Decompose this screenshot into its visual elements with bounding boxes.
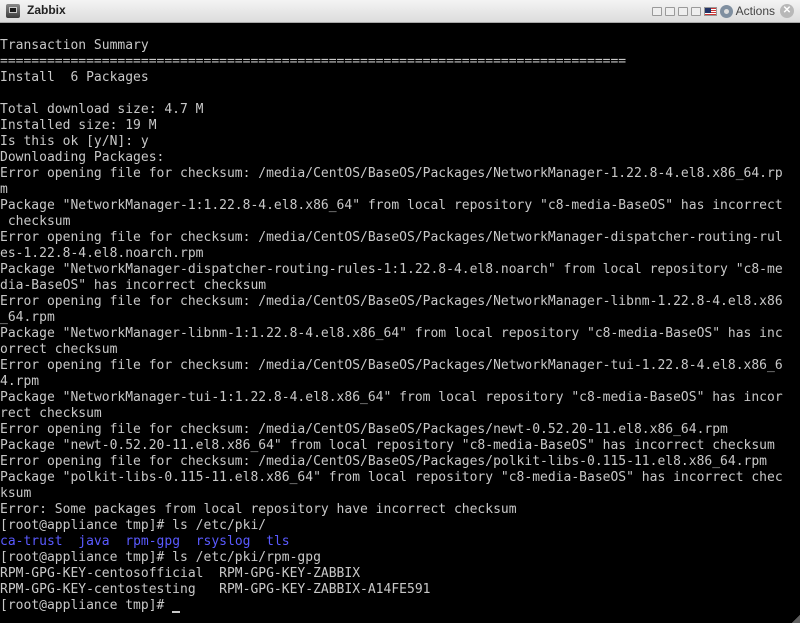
terminal-line: Package "NetworkManager-1:1.22.8-4.el8.x…: [0, 198, 783, 213]
terminal-line: Is this ok [y/N]: y: [0, 134, 149, 149]
terminal-line: dia-BaseOS" has incorrect checksum: [0, 278, 267, 293]
actions-menu-button[interactable]: Actions: [736, 4, 775, 18]
terminal-line: checksum: [0, 214, 71, 229]
terminal-line: Package "NetworkManager-dispatcher-routi…: [0, 262, 783, 277]
terminal-output[interactable]: Transaction Summary =====================…: [0, 38, 800, 623]
restore-icon[interactable]: [664, 6, 675, 16]
window-title: Zabbix: [27, 3, 66, 17]
fullscreen-icon[interactable]: [690, 6, 701, 16]
terminal-line: 4.rpm: [0, 374, 40, 389]
terminal-line: RPM-GPG-KEY-centosofficial RPM-GPG-KEY-Z…: [0, 566, 361, 581]
terminal-line: Transaction Summary: [0, 38, 149, 53]
terminal-line: [root@appliance tmp]# ls /etc/pki/rpm-gp…: [0, 550, 321, 565]
directory-entry: ca-trust: [0, 534, 63, 549]
keyboard-layout-flag-icon[interactable]: [703, 6, 717, 16]
terminal-line: ========================================…: [0, 54, 627, 69]
terminal-line: Total download size: 4.7 M: [0, 102, 204, 117]
directory-entry: tls: [266, 534, 290, 549]
terminal-line: Error opening file for checksum: /media/…: [0, 422, 728, 437]
terminal-line: Downloading Packages:: [0, 150, 165, 165]
prompt-text: [root@appliance tmp]#: [0, 598, 173, 613]
close-icon[interactable]: ✕: [780, 4, 794, 18]
terminal-line: RPM-GPG-KEY-centostesting RPM-GPG-KEY-ZA…: [0, 582, 431, 597]
terminal-line: Error: Some packages from local reposito…: [0, 502, 517, 517]
window-titlebar: Zabbix Actions ✕: [0, 0, 800, 23]
terminal-icon: [6, 4, 20, 18]
terminal-line: Package "newt-0.52.20-11.el8.x86_64" fro…: [0, 438, 775, 453]
directory-listing: ca-trust java rpm-gpg rsyslog tls: [0, 534, 800, 550]
terminal-line: m: [0, 182, 8, 197]
directory-entry: rpm-gpg: [125, 534, 181, 549]
terminal-line: Error opening file for checksum: /media/…: [0, 230, 783, 245]
terminal-line: Error opening file for checksum: /media/…: [0, 166, 783, 181]
terminal-line: Package "NetworkManager-libnm-1:1.22.8-4…: [0, 326, 783, 341]
terminal-line: rect checksum: [0, 406, 102, 421]
terminal-line: [root@appliance tmp]# ls /etc/pki/: [0, 518, 267, 533]
terminal-line: orrect checksum: [0, 342, 118, 357]
terminal-line: Install 6 Packages: [0, 70, 149, 85]
terminal-line: ksum: [0, 486, 32, 501]
terminal-line: Error opening file for checksum: /media/…: [0, 454, 768, 469]
terminal-line: Error opening file for checksum: /media/…: [0, 294, 783, 309]
command-prompt[interactable]: [root@appliance tmp]#: [0, 598, 800, 614]
minimize-icon[interactable]: [651, 6, 662, 16]
terminal-line: Error opening file for checksum: /media/…: [0, 358, 783, 373]
resize-grip-icon[interactable]: [792, 615, 800, 623]
directory-entry: rsyslog: [195, 534, 251, 549]
gear-icon[interactable]: [719, 4, 733, 18]
terminal-line: Package "NetworkManager-tui-1:1.22.8-4.e…: [0, 390, 783, 405]
text-cursor: [172, 611, 181, 613]
terminal-line: Installed size: 19 M: [0, 118, 157, 133]
terminal-line: es-1.22.8-4.el8.noarch.rpm: [0, 246, 204, 261]
window-controls: Actions ✕: [651, 3, 794, 19]
maximize-icon[interactable]: [677, 6, 688, 16]
terminal-line: _64.rpm: [0, 310, 55, 325]
terminal-line: Package "polkit-libs-0.115-11.el8.x86_64…: [0, 470, 783, 485]
directory-entry: java: [78, 534, 110, 549]
